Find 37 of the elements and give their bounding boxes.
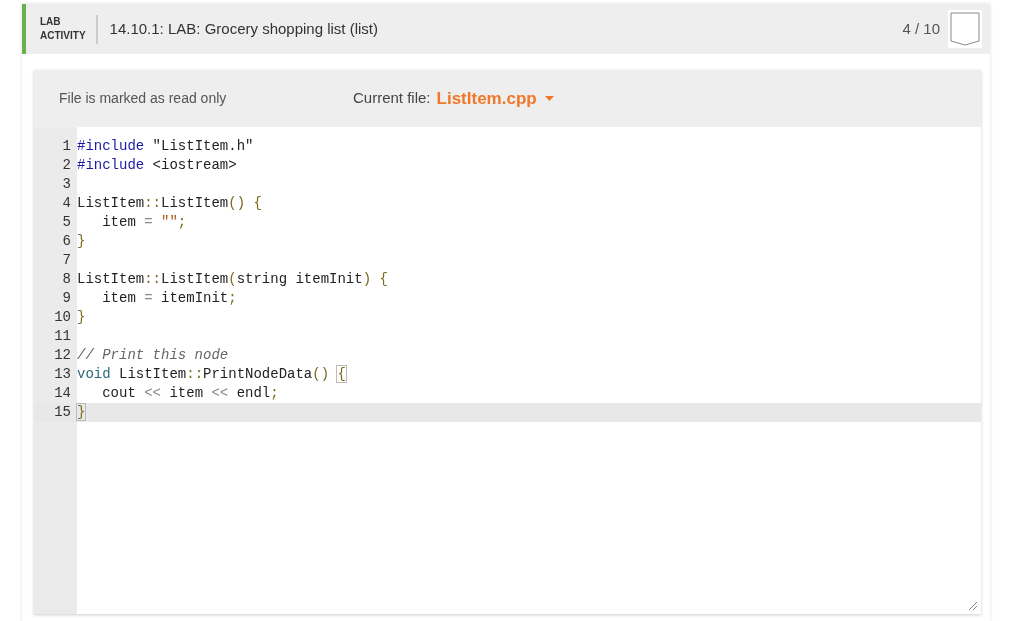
line-number: 1	[61, 137, 72, 156]
line-number: 15	[53, 403, 72, 422]
activity-type-label: LAB	[40, 14, 62, 29]
line-number: 14	[53, 384, 72, 403]
read-only-note: File is marked as read only	[59, 89, 228, 108]
line-number: 11	[53, 327, 72, 346]
file-dropdown[interactable]: ListItem.cpp	[436, 85, 554, 112]
code-line: // Print this node	[77, 346, 229, 365]
line-number: 12	[53, 346, 72, 365]
line-number: 9	[61, 289, 72, 308]
code-line: }	[77, 403, 86, 422]
current-file-label: Current file:	[353, 88, 431, 109]
line-number: 8	[61, 270, 72, 289]
line-number: 7	[61, 251, 72, 270]
line-number: 6	[61, 232, 72, 251]
code-line: item = "";	[101, 213, 187, 232]
code-line: ListItem::ListItem() {	[77, 194, 262, 213]
code-line: cout << item << endl;	[101, 384, 279, 403]
line-number: 13	[53, 365, 72, 384]
code-line: item = itemInit;	[101, 289, 237, 308]
caret-icon	[544, 96, 554, 101]
code-line: }	[77, 232, 86, 251]
line-number: 5	[61, 213, 72, 232]
activity-type-label: ACTIVITY	[40, 29, 86, 43]
line-number: 3	[61, 175, 72, 194]
code-line: #include <iostream>	[77, 156, 237, 175]
line-number: 4	[61, 194, 72, 213]
code-line: }	[77, 308, 86, 327]
code-line: #include "ListItem.h"	[77, 137, 254, 156]
progress-count: 4 / 10	[902, 18, 940, 39]
line-number: 10	[53, 308, 72, 327]
bookmark-icon[interactable]	[948, 10, 982, 48]
resize-handle-icon[interactable]	[969, 602, 977, 610]
code-line: ListItem::ListItem(string itemInit) {	[77, 270, 388, 289]
activity-title: 14.10.1: LAB: Grocery shopping list (list)	[109, 18, 379, 39]
line-number: 2	[61, 156, 72, 175]
code-line: void ListItem::PrintNodeData() {	[77, 365, 346, 384]
